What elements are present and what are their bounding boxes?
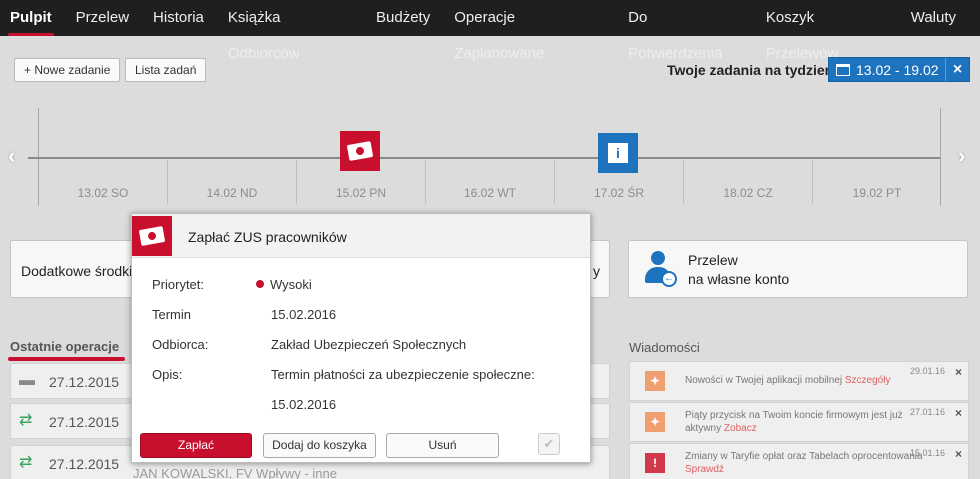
add-to-cart-button[interactable]: Dodaj do koszyka (263, 433, 376, 458)
timeline-axis (28, 157, 940, 159)
cash-icon (346, 141, 374, 161)
user-transfer-icon: ← (643, 251, 677, 287)
info-icon: i (608, 143, 628, 163)
delete-button[interactable]: Usuń (386, 433, 499, 458)
timeline-day[interactable]: 14.02 ND (167, 186, 297, 200)
description-line-1: Termin płatności za ubezpieczenie społec… (271, 367, 535, 382)
transfer-title: Przelew (688, 252, 738, 268)
next-week-arrow-icon[interactable]: › (958, 143, 965, 169)
calendar-icon (836, 63, 850, 76)
nav-budzety[interactable]: Budżety (376, 0, 430, 36)
payment-event-marker[interactable] (340, 131, 380, 171)
top-navigation: Pulpit Przelew Historia Książka Odbiorcó… (0, 0, 980, 62)
alert-icon: ! (645, 453, 665, 473)
popup-header: Zapłać ZUS pracowników (132, 214, 590, 258)
lightbulb-icon: ✦ (645, 371, 665, 391)
operation-date: 27.12.2015 (49, 374, 120, 390)
message-item[interactable]: ✦ Piąty przycisk na Twoim koncie firmowy… (629, 402, 969, 442)
close-message-icon[interactable]: × (955, 406, 962, 420)
transfer-arrows-icon: ⇄ (19, 412, 33, 429)
message-date: 29.01.16 (910, 366, 946, 376)
transfer-arrows-icon: ⇄ (19, 454, 33, 471)
task-popup: Zapłać ZUS pracowników Priorytet: Wysoki… (131, 213, 591, 463)
transfer-subtitle: na własne konto (688, 271, 790, 287)
timeline-day[interactable]: 18.02 CZ (683, 186, 813, 200)
term-label: Termin (152, 307, 192, 322)
operation-date: 27.12.2015 (49, 414, 120, 430)
priority-label: Priorytet: (152, 277, 205, 292)
nav-koszyk-przelewow[interactable]: Koszyk Przelewów (766, 0, 887, 62)
timeline-day[interactable]: 15.02 PN (296, 186, 426, 200)
week-picker[interactable]: 13.02 - 19.02 × (828, 57, 970, 82)
cash-icon (132, 216, 172, 256)
recipient-value: Zakład Ubezpieczeń Społecznych (271, 337, 467, 352)
lightbulb-icon: ✦ (645, 412, 665, 432)
message-link[interactable]: Zobacz (724, 423, 757, 434)
message-link[interactable]: Szczegóły (845, 375, 891, 386)
folder-icon: ▬ (19, 372, 35, 389)
checkmark-icon[interactable]: ✔ (538, 433, 560, 455)
priority-value: Wysoki (256, 277, 313, 292)
close-message-icon[interactable]: × (955, 365, 962, 379)
close-icon[interactable]: × (945, 58, 969, 81)
nav-przelew[interactable]: Przelew (76, 0, 129, 36)
card-title-partial: y (593, 263, 600, 279)
operation-description: JAN KOWALSKI, FV Wpływy - inne (133, 466, 337, 479)
own-transfer-card[interactable]: ← Przelew na własne konto (628, 240, 968, 298)
recent-operations-heading[interactable]: Ostatnie operacje (10, 339, 119, 354)
message-item[interactable]: ✦ Nowości w Twojej aplikacji mobilnej Sz… (629, 361, 969, 401)
pay-button[interactable]: Zapłać (140, 433, 252, 458)
section-underline (8, 357, 125, 361)
timeline-day[interactable]: 16.02 WT (425, 186, 555, 200)
message-text: Nowości w Twojej aplikacji mobilnej Szcz… (685, 375, 891, 386)
nav-pulpit[interactable]: Pulpit (8, 0, 54, 36)
card-title: Dodatkowe środki (21, 263, 133, 279)
nav-historia[interactable]: Historia (153, 0, 204, 36)
new-task-button[interactable]: + Nowe zadanie (14, 58, 121, 82)
nav-do-potwierdzenia[interactable]: Do Potwierdzenia (628, 0, 742, 62)
close-message-icon[interactable]: × (955, 447, 962, 461)
timeline-day[interactable]: 19.02 PT (812, 186, 942, 200)
message-item[interactable]: ! Zmiany w Taryfie opłat oraz Tabelach o… (629, 443, 969, 479)
nav-operacje-zaplanowane[interactable]: Operacje Zaplanowane (454, 0, 604, 62)
nav-waluty[interactable]: Waluty (911, 0, 956, 36)
week-range: 13.02 - 19.02 (856, 61, 939, 78)
description-line-2: 15.02.2016 (271, 397, 337, 412)
term-value: 15.02.2016 (271, 307, 337, 322)
week-label: Twoje zadania na tydzień (667, 62, 834, 78)
messages-heading: Wiadomości (629, 340, 700, 355)
prev-week-arrow-icon[interactable]: ‹ (8, 143, 15, 169)
timeline-day[interactable]: 13.02 SO (38, 186, 168, 200)
timeline-day[interactable]: 17.02 ŚR (554, 186, 684, 200)
popup-title: Zapłać ZUS pracowników (188, 229, 347, 245)
message-link[interactable]: Sprawdź (685, 464, 724, 475)
nav-ksiazka-odbiorcow[interactable]: Książka Odbiorców (228, 0, 352, 62)
info-event-marker[interactable]: i (598, 133, 638, 173)
operation-date: 27.12.2015 (49, 456, 120, 472)
task-list-button[interactable]: Lista zadań (125, 58, 207, 82)
message-date: 27.01.16 (910, 407, 946, 417)
message-text: Zmiany w Taryfie opłat oraz Tabelach opr… (685, 451, 923, 475)
description-label: Opis: (152, 367, 183, 382)
message-date: 15.01.16 (910, 448, 946, 458)
recipient-label: Odbiorca: (152, 337, 209, 352)
message-text: Piąty przycisk na Twoim koncie firmowym … (685, 410, 903, 434)
priority-dot-icon (256, 280, 264, 288)
